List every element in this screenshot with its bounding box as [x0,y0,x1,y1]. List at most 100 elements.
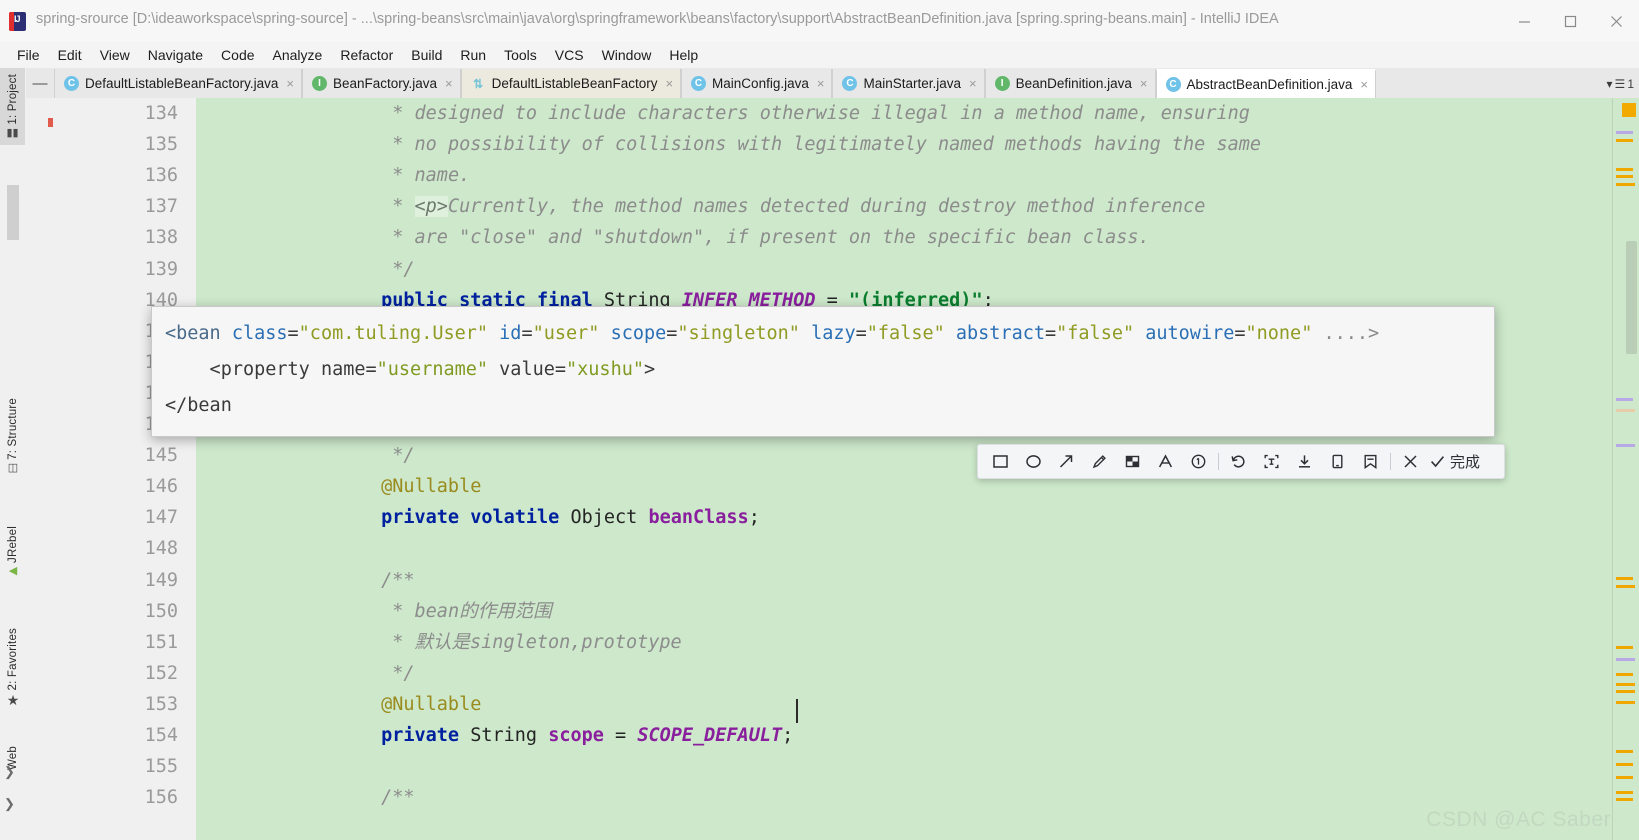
stripe-marker[interactable] [1616,585,1635,588]
stripe-marker[interactable] [1616,791,1633,794]
mosaic-icon[interactable] [1116,445,1149,478]
code-line[interactable]: * no possibility of collisions with legi… [225,129,1639,160]
stripe-marker[interactable] [1616,683,1635,686]
chevron-right-icon-2[interactable]: ❯ [4,796,24,812]
tab-close-icon[interactable]: × [969,76,977,91]
code-line[interactable]: * <p>Currently, the method names detecte… [225,191,1639,222]
tab-bean-definition-java[interactable]: I BeanDefinition.java × [984,69,1156,98]
code-line[interactable]: @Nullable [225,689,1639,720]
tab-main-config-java[interactable]: C MainConfig.java × [681,69,833,98]
code-line[interactable]: * designed to include characters otherwi… [225,98,1639,129]
phone-icon[interactable] [1321,445,1354,478]
tab-bean-factory-java[interactable]: I BeanFactory.java × [301,69,461,98]
stripe-marker[interactable] [1616,690,1635,693]
tab-close-icon[interactable]: × [665,76,673,91]
sidebar-item-structure[interactable]: 7: Structure ◫ [0,398,26,474]
minimize-icon[interactable] [1501,0,1547,42]
sidebar-item-jrebel[interactable]: JRebel ◀ [0,526,26,577]
stripe-marker[interactable] [1616,577,1633,580]
pencil-icon[interactable] [1083,445,1116,478]
collapse-tabs-button[interactable]: — [26,69,54,98]
download-icon[interactable] [1288,445,1321,478]
sidebar-item-favorites[interactable]: 2: Favorites ★ [0,628,26,707]
stripe-marker[interactable] [1616,139,1633,142]
rectangle-icon[interactable] [984,445,1017,478]
menu-item-help[interactable]: Help [660,45,707,65]
tab-default-listable-bean-factory-java[interactable]: C DefaultListableBeanFactory.java × [54,69,302,98]
number-circle-icon[interactable] [1182,445,1215,478]
tab-close-icon[interactable]: × [817,76,825,91]
menu-item-view[interactable]: View [91,45,139,65]
tab-label: MainStarter.java [863,76,961,91]
snippet-line: <bean class="com.tuling.User" id="user" … [165,323,1380,344]
arrow-icon[interactable] [1050,445,1083,478]
tab-close-icon[interactable]: × [286,76,294,91]
stripe-marker[interactable] [1616,701,1635,704]
stripe-marker[interactable] [1616,646,1633,649]
code-line[interactable]: * 默认是singleton,prototype [225,627,1639,658]
stripe-marker[interactable] [1616,798,1633,801]
close-icon[interactable] [1593,0,1639,42]
tab-main-starter-java[interactable]: C MainStarter.java × [832,69,985,98]
stripe-marker[interactable] [1616,131,1633,134]
stripe-marker[interactable] [1616,444,1635,447]
code-line[interactable] [225,533,1639,564]
menu-item-refactor[interactable]: Refactor [331,45,402,65]
code-line[interactable]: */ [225,658,1639,689]
undo-icon[interactable] [1222,445,1255,478]
menu-item-file[interactable]: File [8,45,49,65]
menu-bar: File Edit View Navigate Code Analyze Ref… [0,42,1639,68]
fold-gutter [196,98,225,840]
code-line[interactable]: */ [225,254,1639,285]
code-line-text: * name. [292,165,471,187]
menu-item-window[interactable]: Window [593,45,661,65]
stripe-marker[interactable] [1616,398,1633,401]
ocr-extract-icon[interactable] [1255,445,1288,478]
close-x-icon[interactable] [1394,445,1427,478]
menu-item-run[interactable]: Run [451,45,495,65]
text-a-icon[interactable] [1149,445,1182,478]
code-line[interactable]: * are "close" and "shutdown", if present… [225,222,1639,253]
menu-item-edit[interactable]: Edit [49,45,91,65]
rail-scroll-thumb[interactable] [7,185,19,240]
code-line[interactable]: * name. [225,160,1639,191]
code-line[interactable]: * bean的作用范围 [225,596,1639,627]
menu-item-build[interactable]: Build [402,45,451,65]
menu-item-code[interactable]: Code [212,45,263,65]
done-button[interactable]: 完成 [1427,451,1485,472]
error-stripe-gutter[interactable] [1612,98,1639,840]
menu-item-tools[interactable]: Tools [495,45,546,65]
stripe-marker[interactable] [1616,763,1633,766]
sidebar-item-project[interactable]: 1: Project ▮▮ [0,68,25,145]
ellipse-icon[interactable] [1017,445,1050,478]
tab-close-icon[interactable]: × [445,76,453,91]
tab-abstract-bean-definition-java[interactable]: C AbstractBeanDefinition.java × [1155,69,1376,98]
stripe-marker[interactable] [1616,673,1633,676]
stripe-marker[interactable] [1616,750,1633,753]
stripe-marker[interactable] [1616,183,1635,186]
stripe-marker[interactable] [1616,175,1633,178]
stripe-marker[interactable] [1616,168,1633,171]
tab-label: BeanDefinition.java [1015,76,1132,91]
menu-item-navigate[interactable]: Navigate [139,45,212,65]
chevron-right-icon-1[interactable]: ❯ [4,764,24,780]
tab-default-listable-bean-factory-diagram[interactable]: ⇅ DefaultListableBeanFactory × [460,69,682,98]
stripe-marker[interactable] [1616,776,1633,779]
tab-overflow-count: 1 [1627,76,1634,91]
code-line[interactable] [225,751,1639,782]
code-line[interactable]: private volatile Object beanClass; [225,502,1639,533]
editor-scrollbar-thumb[interactable] [1626,241,1637,354]
tab-overflow-control[interactable]: ▾ ☰ 1 [1607,69,1639,98]
stripe-marker[interactable] [1616,409,1635,412]
warning-square[interactable] [1622,103,1636,117]
code-line[interactable]: /** [225,565,1639,596]
stripe-marker[interactable] [1616,658,1635,661]
tab-close-icon[interactable]: × [1360,77,1368,92]
class-icon: C [1165,77,1181,92]
code-line[interactable]: private String scope = SCOPE_DEFAULT; [225,720,1639,751]
tab-close-icon[interactable]: × [1140,76,1148,91]
menu-item-vcs[interactable]: VCS [546,45,593,65]
maximize-icon[interactable] [1547,0,1593,42]
menu-item-analyze[interactable]: Analyze [264,45,332,65]
bookmark-icon[interactable] [1354,445,1387,478]
